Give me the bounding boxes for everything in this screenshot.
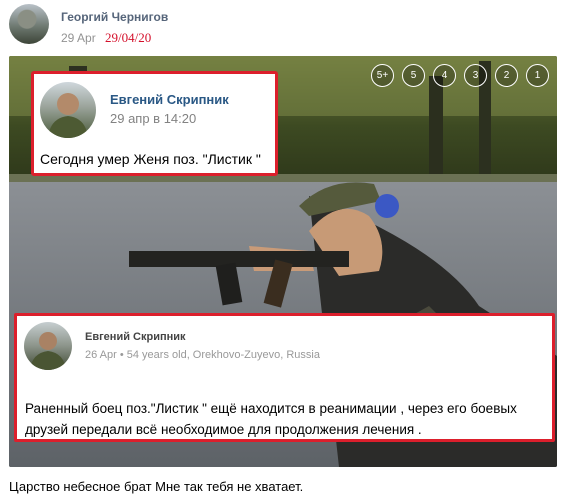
author-avatar[interactable] xyxy=(9,4,49,44)
quoted-post-meta: 26 Apr • 54 years old, Orekhovo-Zuyevo, … xyxy=(85,349,320,361)
quoted-author-name: Евгений Скрипник xyxy=(110,92,229,107)
quoted-author-avatar xyxy=(24,322,72,370)
quoted-post-time: 29 апр в 14:20 xyxy=(110,111,197,126)
photo-nav-4[interactable]: 4 xyxy=(433,64,456,87)
post-date[interactable]: 29 Apr xyxy=(61,31,96,45)
post-caption: Царство небесное брат Мне так тебя не хв… xyxy=(9,479,304,494)
avatar-portrait xyxy=(48,93,88,138)
photo-nav-3[interactable]: 3 xyxy=(464,64,487,87)
photo-nav-1[interactable]: 1 xyxy=(526,64,549,87)
quoted-post-card-top: Евгений Скрипник 29 апр в 14:20 Сегодня … xyxy=(31,71,278,176)
quoted-post-text: Сегодня умер Женя поз. "Листик " xyxy=(40,151,261,167)
avatar-portrait xyxy=(30,332,66,370)
photo-nav-more[interactable]: 5+ xyxy=(371,64,394,87)
quoted-author-avatar xyxy=(40,82,96,138)
photo-nav-5[interactable]: 5 xyxy=(402,64,425,87)
handwritten-date: 29/04/20 xyxy=(105,30,152,45)
author-name[interactable]: Георгий Чернигов xyxy=(61,10,168,24)
photo-nav: 5+ 5 4 3 2 1 xyxy=(371,64,549,87)
quoted-post-card-bottom: Евгений Скрипник 26 Apr • 54 years old, … xyxy=(14,313,555,442)
photo-nav-2[interactable]: 2 xyxy=(495,64,518,87)
quoted-post-text: Раненный боец поз."Листик " ещё находитс… xyxy=(25,401,517,437)
quoted-author-name: Евгений Скрипник xyxy=(85,331,186,343)
